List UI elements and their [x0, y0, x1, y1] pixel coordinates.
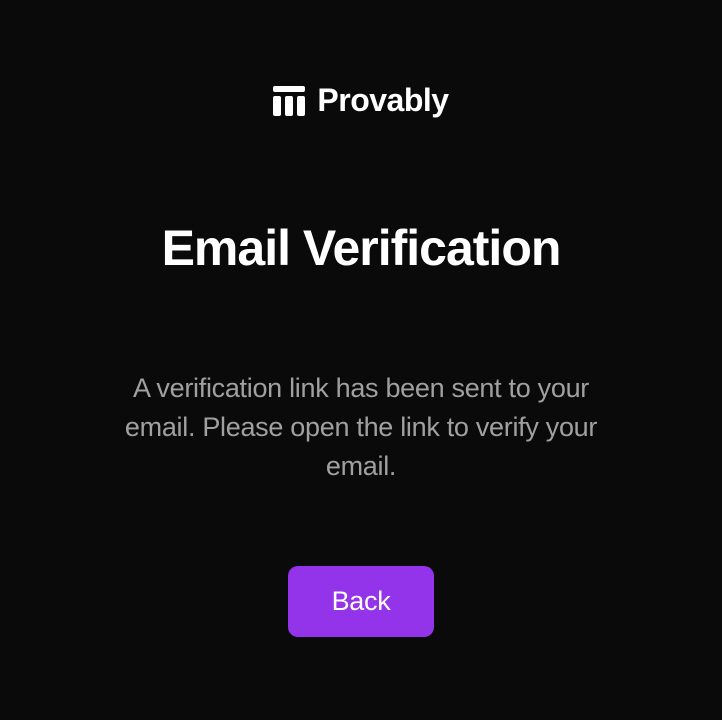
provably-logo-icon	[273, 86, 305, 116]
brand-name: Provably	[317, 82, 448, 119]
back-button[interactable]: Back	[288, 566, 435, 637]
page-title: Email Verification	[162, 219, 561, 277]
brand-logo: Provably	[273, 82, 448, 119]
verification-description: A verification link has been sent to you…	[101, 369, 621, 486]
